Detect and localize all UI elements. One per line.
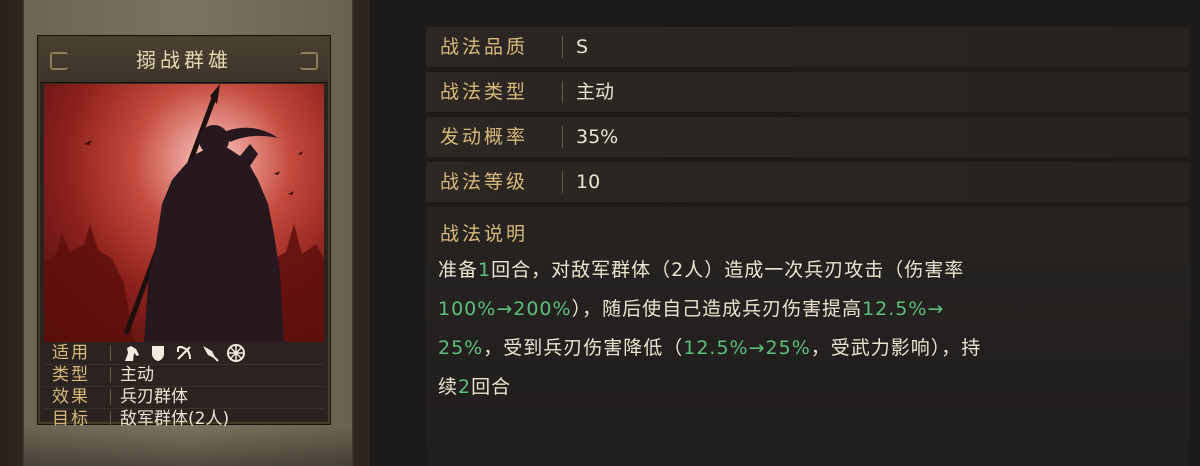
skill-attributes: 适用 类型 主动 效果 兵刃群体 目标 敌军群体(2人) — [44, 342, 324, 429]
highlight-value: 1 — [478, 259, 492, 281]
description-segment: 准备 — [438, 259, 479, 281]
stat-row-level: 战法等级 10 — [426, 162, 1190, 202]
description-segment: 续 — [438, 376, 459, 398]
attr-value: 兵刃群体 — [120, 387, 188, 407]
description-segment: ，受到兵刃伤害降低（ — [483, 337, 684, 359]
highlight-value: 2 — [458, 376, 472, 398]
divider — [110, 411, 111, 427]
highlight-value: 12.5%→ — [862, 298, 945, 320]
stat-value: S — [576, 36, 589, 58]
stat-value: 主动 — [576, 81, 615, 103]
attr-value: 敌军群体(2人) — [120, 409, 230, 429]
highlight-value: 25% — [438, 337, 484, 359]
description-text: 准备1回合，对敌军群体（2人）造成一次兵刃攻击（伤害率 100%→200%），随后… — [438, 251, 1178, 407]
skill-card-title: 搦战群雄 — [40, 38, 328, 83]
attr-key: 目标 — [52, 409, 90, 429]
attr-key: 适用 — [52, 343, 90, 363]
attr-row-target: 目标 敌军群体(2人) — [44, 408, 324, 430]
skill-artwork — [44, 84, 324, 342]
description-segment: 回合，对敌军群体（2人）造成一次兵刃攻击（伤害率 — [491, 259, 965, 281]
attr-key: 类型 — [52, 365, 90, 385]
warrior-silhouette-icon — [44, 84, 324, 342]
highlight-value: 100%→200% — [438, 298, 572, 320]
stat-label: 发动概率 — [440, 126, 529, 148]
bow-icon — [177, 346, 191, 360]
stat-row-type: 战法类型 主动 — [426, 72, 1190, 112]
divider — [110, 367, 111, 383]
stat-label: 战法品质 — [440, 36, 529, 58]
chariot-icon — [227, 344, 245, 362]
divider — [562, 81, 563, 103]
divider — [562, 126, 563, 148]
divider — [562, 36, 563, 58]
divider — [110, 345, 111, 361]
ornament-left-icon — [50, 52, 68, 70]
stat-row-quality: 战法品质 S — [426, 27, 1190, 67]
divider — [562, 171, 563, 193]
attr-row-effect: 效果 兵刃群体 — [44, 386, 324, 409]
description-segment: ，受武力影响），持 — [810, 337, 982, 359]
attr-row-type: 类型 主动 — [44, 364, 324, 387]
attr-value: 主动 — [120, 365, 154, 385]
cavalry-icon — [125, 346, 139, 361]
highlight-value: 12.5%→25% — [683, 337, 811, 359]
shield-icon — [152, 346, 164, 361]
attr-row-troops: 适用 — [44, 342, 324, 365]
description-segment: ），随后使自己造成兵刃伤害提高 — [571, 298, 863, 320]
skill-detail-panel: 战法品质 S 战法类型 主动 发动概率 35% 战法等级 10 战法说明 准备1… — [426, 0, 1200, 466]
stat-row-trigger-rate: 发动概率 35% — [426, 117, 1190, 157]
skill-description: 战法说明 准备1回合，对敌军群体（2人）造成一次兵刃攻击（伤害率 100%→200… — [426, 207, 1190, 466]
stat-label: 战法类型 — [440, 81, 529, 103]
stat-label: 战法等级 — [440, 171, 529, 193]
stat-value: 35% — [576, 126, 619, 148]
spear-icon — [203, 346, 219, 362]
attr-key: 效果 — [52, 387, 90, 407]
divider — [110, 389, 111, 405]
skill-card: 搦战群雄 适用 类型 主动 效果 兵刃群体 目标 敌军群体(2人) — [38, 36, 330, 429]
description-title: 战法说明 — [440, 223, 529, 245]
ornament-right-icon — [300, 52, 318, 70]
description-segment: 回合 — [471, 376, 512, 398]
stat-value: 10 — [576, 171, 601, 193]
